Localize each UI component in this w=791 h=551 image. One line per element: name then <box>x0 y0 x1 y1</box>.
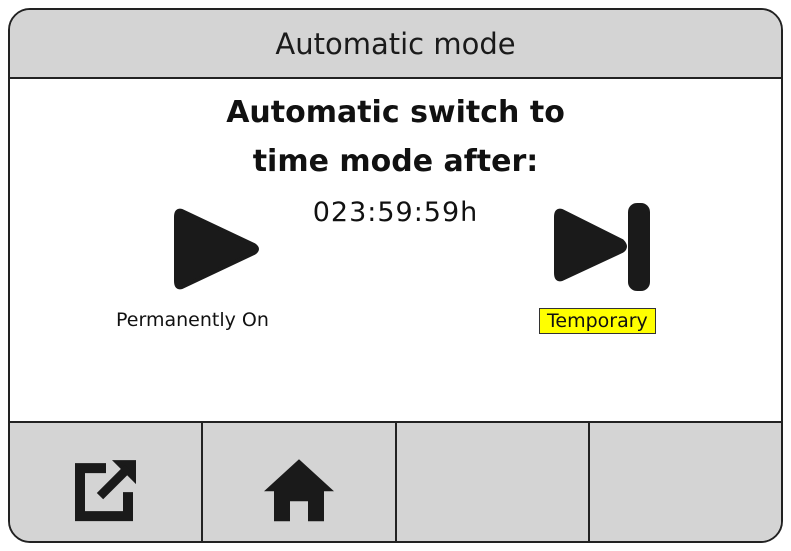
temporary-label[interactable]: Temporary <box>539 308 656 334</box>
countdown-timer: 023:59:59h <box>312 197 479 228</box>
home-icon <box>263 459 334 522</box>
skip-next-icon <box>554 203 650 291</box>
play-icon <box>174 208 259 290</box>
bottom-toolbar <box>10 421 781 541</box>
toolbar-slot-3[interactable] <box>397 423 590 541</box>
page-title: Automatic mode <box>275 26 516 61</box>
main-content: Automatic switch to time mode after: 023… <box>10 79 781 423</box>
temporary-button[interactable] <box>546 197 658 293</box>
heading-line-2: time mode after: <box>252 144 539 179</box>
device-screen: Automatic mode Automatic switch to time … <box>8 8 783 543</box>
permanently-on-button[interactable] <box>168 203 260 295</box>
permanently-on-label[interactable]: Permanently On <box>116 309 269 331</box>
external-link-icon <box>74 460 136 522</box>
home-button[interactable] <box>203 423 397 541</box>
external-link-button[interactable] <box>10 423 204 541</box>
toolbar-slot-4[interactable] <box>590 423 781 541</box>
title-bar: Automatic mode <box>10 10 781 79</box>
heading-line-1: Automatic switch to <box>226 95 565 130</box>
